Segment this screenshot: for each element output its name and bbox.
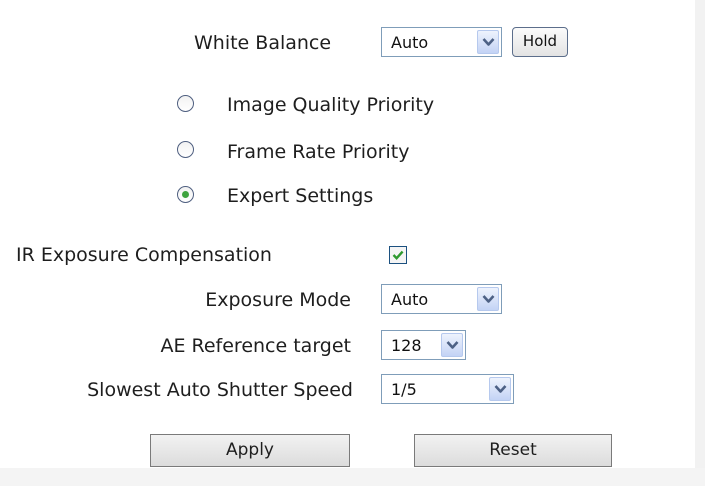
slowest-auto-shutter-speed-value: 1/5: [391, 380, 417, 399]
radio-image-quality-priority[interactable]: [177, 95, 194, 112]
white-balance-label: White Balance: [194, 32, 332, 54]
reset-button[interactable]: Reset: [414, 434, 612, 467]
radio-expert-settings[interactable]: [177, 186, 194, 203]
settings-panel: White Balance Auto Hold Image Quality Pr…: [0, 0, 705, 486]
white-balance-value: Auto: [391, 33, 429, 52]
ir-exposure-compensation-label: IR Exposure Compensation: [16, 244, 272, 266]
slowest-auto-shutter-speed-select[interactable]: 1/5: [381, 374, 514, 404]
ir-exposure-compensation-checkbox[interactable]: [389, 246, 407, 264]
apply-button[interactable]: Apply: [150, 434, 350, 467]
image-quality-priority-label: Image Quality Priority: [227, 94, 435, 116]
exposure-mode-value: Auto: [391, 290, 429, 309]
chevron-down-icon[interactable]: [489, 377, 511, 401]
expert-settings-label: Expert Settings: [227, 185, 374, 207]
ae-reference-target-select[interactable]: 128: [381, 330, 466, 360]
checkmark-icon: [392, 250, 404, 260]
exposure-mode-label: Exposure Mode: [205, 289, 351, 311]
panel-footer-band: [0, 468, 705, 486]
ae-reference-target-value: 128: [391, 336, 422, 355]
chevron-down-icon[interactable]: [477, 30, 499, 54]
hold-button[interactable]: Hold: [512, 27, 568, 57]
chevron-down-icon[interactable]: [441, 333, 463, 357]
slowest-auto-shutter-speed-label: Slowest Auto Shutter Speed: [87, 379, 353, 401]
chevron-down-icon[interactable]: [477, 287, 499, 311]
frame-rate-priority-label: Frame Rate Priority: [227, 141, 410, 163]
radio-frame-rate-priority[interactable]: [177, 141, 194, 158]
exposure-mode-select[interactable]: Auto: [381, 284, 502, 314]
ae-reference-target-label: AE Reference target: [160, 335, 351, 357]
white-balance-select[interactable]: Auto: [381, 27, 502, 57]
panel-edge: [695, 0, 705, 486]
